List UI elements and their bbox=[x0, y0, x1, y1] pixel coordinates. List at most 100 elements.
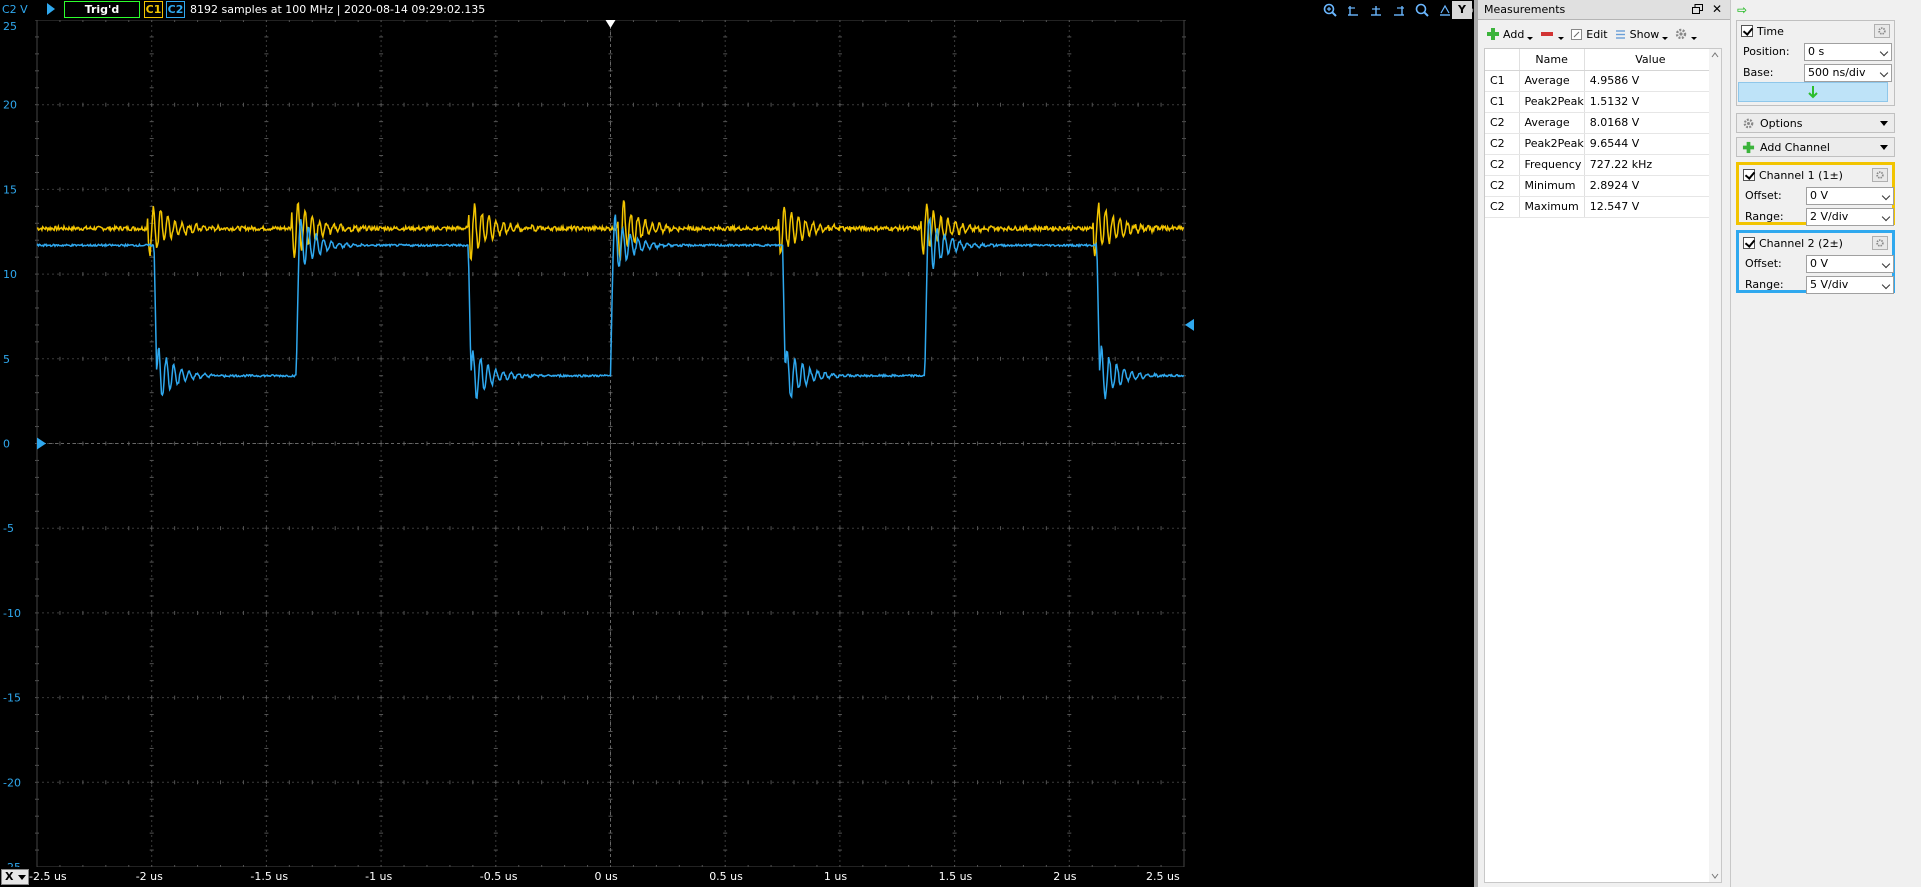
arrow-down-icon bbox=[1808, 86, 1818, 99]
field-label: Range: bbox=[1745, 278, 1784, 291]
edit-measurement-button[interactable]: Edit bbox=[1570, 23, 1608, 45]
measurement-channel-cell: C1 bbox=[1485, 91, 1520, 113]
scroll-down-icon[interactable] bbox=[1711, 872, 1719, 880]
table-row[interactable]: C2 Frequency 727.22 kHz bbox=[1485, 154, 1718, 176]
y-tick-label: -5 bbox=[3, 522, 14, 535]
scope-toolbar-icons bbox=[1320, 1, 1474, 19]
cursor-icon[interactable] bbox=[1366, 1, 1385, 19]
channel2-enable-checkbox[interactable] bbox=[1743, 237, 1755, 249]
x-axis-select[interactable]: X bbox=[1, 869, 29, 885]
remove-measurement-button[interactable] bbox=[1539, 23, 1565, 45]
channel2-range-select[interactable]: 5 V/div bbox=[1806, 276, 1894, 294]
measurements-toolbar: Add Edit Show bbox=[1478, 22, 1730, 46]
measurements-settings-button[interactable] bbox=[1674, 23, 1698, 45]
config-panel: ⇨ Time Position: 0 s Base: 500 ns/div Op… bbox=[1730, 0, 1921, 887]
x-tick-label: -1 us bbox=[365, 870, 393, 883]
x-tick-label: -1.5 us bbox=[250, 870, 289, 883]
minus-icon bbox=[1541, 32, 1554, 36]
y-tick-label: 20 bbox=[3, 99, 17, 112]
table-row[interactable]: C2 Average 8.0168 V bbox=[1485, 112, 1718, 134]
plot-markers bbox=[37, 20, 1194, 450]
measurements-scrollbar[interactable] bbox=[1709, 49, 1721, 882]
channel2-badge[interactable]: C2 bbox=[166, 1, 185, 18]
scope-plot[interactable]: 2520151050-5-10-15-20-25 bbox=[0, 20, 1474, 867]
y-tick-label: -10 bbox=[3, 607, 21, 620]
channel1-range-row: Range: 2 V/div bbox=[1739, 206, 1894, 227]
measurement-name-cell: Minimum bbox=[1519, 175, 1585, 197]
column-header[interactable] bbox=[1485, 49, 1520, 71]
channel1-range-select[interactable]: 2 V/div bbox=[1806, 208, 1894, 226]
table-row[interactable]: C2 Peak2Peak 9.6544 V bbox=[1485, 133, 1718, 155]
column-header[interactable]: Name bbox=[1519, 49, 1585, 71]
options-button[interactable]: Options bbox=[1736, 113, 1895, 133]
channel2-offset-select[interactable]: 0 V bbox=[1806, 255, 1894, 273]
cursor-icon[interactable] bbox=[1389, 1, 1408, 19]
measurement-value-cell: 4.9586 V bbox=[1584, 70, 1718, 92]
channel1-title: Channel 1 (1±) bbox=[1759, 168, 1843, 182]
time-position-select[interactable]: 0 s bbox=[1804, 43, 1892, 61]
plot-grid bbox=[35, 20, 1186, 867]
table-row[interactable]: C1 Average 4.9586 V bbox=[1485, 70, 1718, 92]
trigger-level-marker bbox=[1185, 318, 1194, 331]
run-arrow-icon[interactable] bbox=[44, 2, 58, 16]
zoom-icon[interactable] bbox=[1412, 1, 1431, 19]
channel1-enable-checkbox[interactable] bbox=[1743, 169, 1755, 181]
selected-axis-label[interactable]: C2 V bbox=[2, 3, 28, 16]
column-header[interactable]: Value bbox=[1584, 49, 1718, 71]
channel2-offset-row: Offset: 0 V bbox=[1739, 253, 1894, 274]
measurement-channel-cell: C2 bbox=[1485, 175, 1520, 197]
measurement-name-cell: Peak2Peak bbox=[1519, 133, 1585, 155]
chevron-down-icon bbox=[1881, 280, 1891, 290]
measurement-channel-cell: C2 bbox=[1485, 112, 1520, 134]
table-row[interactable]: C2 Minimum 2.8924 V bbox=[1485, 175, 1718, 197]
measurement-value-cell: 2.8924 V bbox=[1584, 175, 1718, 197]
y-axis-button[interactable]: Y bbox=[1452, 1, 1472, 19]
x-tick-label: 2 us bbox=[1053, 870, 1077, 883]
measurement-channel-cell: C2 bbox=[1485, 196, 1520, 218]
table-row[interactable]: C2 Maximum 12.547 V bbox=[1485, 196, 1718, 218]
measurements-title: Measurements bbox=[1484, 3, 1566, 16]
x-tick-label: 2.5 us bbox=[1146, 870, 1180, 883]
measurement-name-cell: Average bbox=[1519, 70, 1585, 92]
time-settings-button[interactable] bbox=[1874, 24, 1890, 38]
gear-icon bbox=[1676, 28, 1687, 40]
list-icon bbox=[1615, 29, 1625, 39]
y-tick-label: 15 bbox=[3, 183, 17, 196]
field-label: Position: bbox=[1743, 45, 1790, 58]
add-channel-label: Add Channel bbox=[1760, 140, 1830, 154]
channel1-settings-button[interactable] bbox=[1872, 168, 1888, 182]
table-row[interactable]: C1 Peak2Peak 1.5132 V bbox=[1485, 91, 1718, 113]
scroll-up-icon[interactable] bbox=[1711, 51, 1719, 59]
chevron-down-icon bbox=[1881, 259, 1891, 269]
zoom-in-icon[interactable] bbox=[1320, 1, 1339, 19]
measurement-channel-cell: C2 bbox=[1485, 154, 1520, 176]
chevron-down-icon bbox=[1879, 47, 1889, 57]
show-measurements-button[interactable]: Show bbox=[1614, 23, 1669, 45]
measurement-name-cell: Frequency bbox=[1519, 154, 1585, 176]
scope-toolbar: C2 V Trig'd C1 C2 8192 samples at 100 MH… bbox=[0, 0, 1474, 20]
channel1-badge[interactable]: C1 bbox=[144, 1, 163, 18]
gear-icon bbox=[1743, 118, 1754, 128]
channel2-settings-button[interactable] bbox=[1872, 236, 1888, 250]
panel-arrow-icon[interactable]: ⇨ bbox=[1737, 3, 1747, 17]
close-icon[interactable]: ✕ bbox=[1710, 1, 1724, 17]
cursor-icon[interactable] bbox=[1343, 1, 1362, 19]
time-group-header: Time bbox=[1737, 21, 1894, 41]
float-window-icon[interactable] bbox=[1692, 4, 1703, 14]
trigger-status-badge[interactable]: Trig'd bbox=[64, 1, 140, 18]
time-base-row: Base: 500 ns/div bbox=[1737, 62, 1894, 83]
time-enable-checkbox[interactable] bbox=[1741, 25, 1753, 37]
apply-time-button[interactable] bbox=[1738, 82, 1888, 102]
measurement-value-cell: 9.6544 V bbox=[1584, 133, 1718, 155]
y-tick-label: 25 bbox=[3, 20, 17, 33]
channel1-offset-select[interactable]: 0 V bbox=[1806, 187, 1894, 205]
measurement-value-cell: 12.547 V bbox=[1584, 196, 1718, 218]
time-base-select[interactable]: 500 ns/div bbox=[1804, 64, 1892, 82]
add-measurement-button[interactable]: Add bbox=[1486, 23, 1534, 45]
time-position-row: Position: 0 s bbox=[1737, 41, 1894, 62]
x-tick-label: 0 us bbox=[594, 870, 618, 883]
channel1-group: Channel 1 (1±) Offset: 0 V Range: 2 V/di… bbox=[1736, 162, 1895, 227]
add-channel-button[interactable]: Add Channel bbox=[1736, 137, 1895, 157]
measurement-value-cell: 8.0168 V bbox=[1584, 112, 1718, 134]
gear-icon bbox=[1876, 239, 1884, 247]
